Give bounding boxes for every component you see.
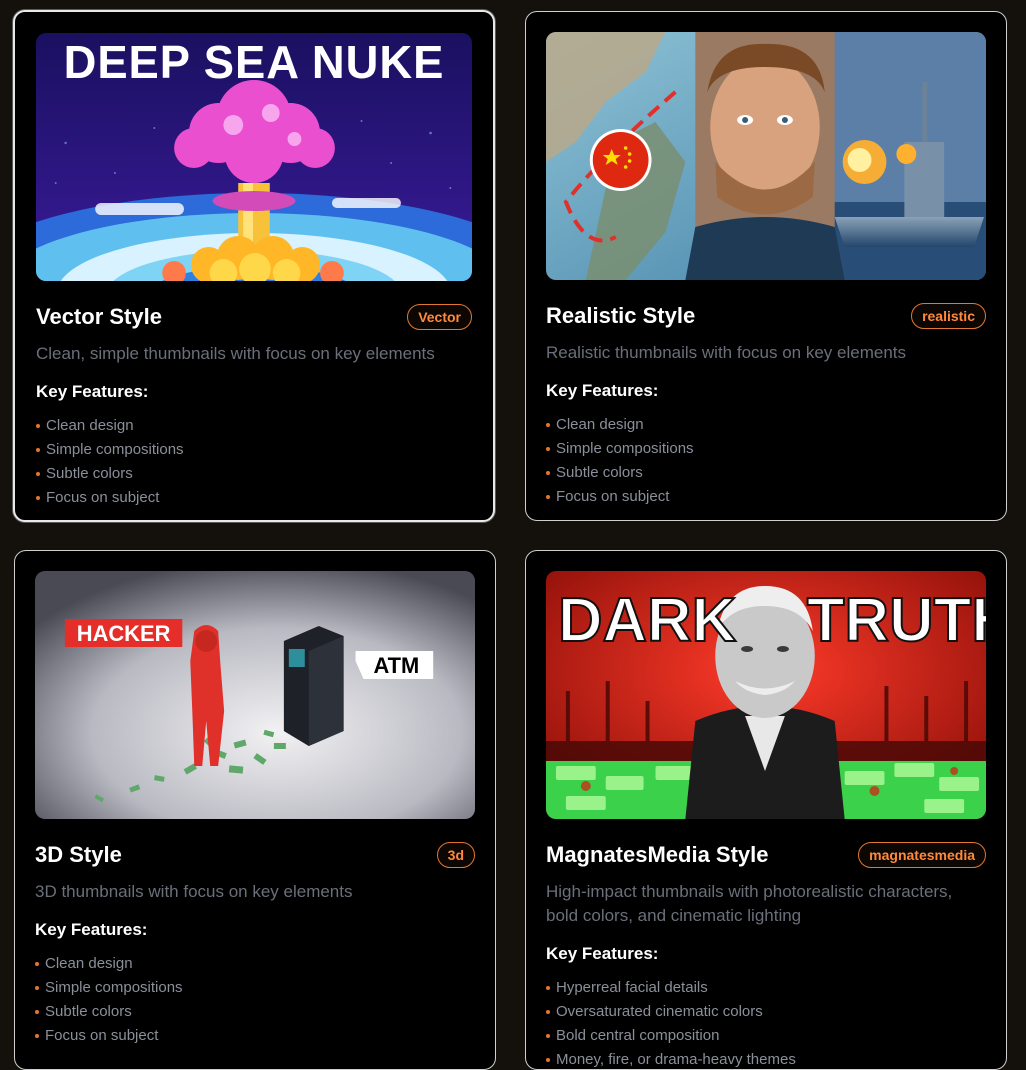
features-heading: Key Features: bbox=[35, 920, 148, 939]
style-badge: magnatesmedia bbox=[858, 842, 986, 868]
features-heading: Key Features: bbox=[36, 382, 149, 401]
bullet-icon bbox=[546, 1010, 550, 1014]
bullet-icon bbox=[546, 447, 550, 451]
feature-item: Clean design bbox=[546, 413, 986, 437]
vector-thumbnail-headline: DEEP SEA NUKE bbox=[64, 37, 445, 88]
feature-item: Simple compositions bbox=[546, 437, 986, 461]
bullet-icon bbox=[35, 986, 39, 990]
style-card-vector[interactable]: DEEP SEA NUKE Vector Style Vector Clean,… bbox=[13, 10, 495, 522]
feature-item: Focus on subject bbox=[36, 486, 472, 510]
card-title: Vector Style bbox=[36, 304, 162, 329]
card-description: High-impact thumbnails with photorealist… bbox=[546, 882, 953, 925]
feature-item: Bold central composition bbox=[546, 1024, 986, 1048]
bullet-icon bbox=[36, 424, 40, 428]
card-description: Realistic thumbnails with focus on key e… bbox=[546, 343, 906, 362]
thumbnail-3d: HACKER ATM bbox=[35, 571, 475, 819]
feature-item: Focus on subject bbox=[546, 485, 986, 509]
bullet-icon bbox=[36, 496, 40, 500]
feature-item: Oversaturated cinematic colors bbox=[546, 1000, 986, 1024]
bullet-icon bbox=[546, 1034, 550, 1038]
magnatesmedia-thumbnail-image: DARK TRUTH bbox=[546, 571, 986, 819]
feature-item: Subtle colors bbox=[36, 462, 472, 486]
features-heading: Key Features: bbox=[546, 944, 659, 963]
feature-item: Focus on subject bbox=[35, 1024, 475, 1048]
style-badge: 3d bbox=[436, 842, 475, 868]
feature-item: Simple compositions bbox=[35, 976, 475, 1000]
features-heading: Key Features: bbox=[546, 381, 659, 400]
3d-thumbnail-image: HACKER ATM bbox=[35, 571, 475, 819]
feature-item: Money, fire, or drama-heavy themes bbox=[546, 1048, 986, 1069]
bullet-icon bbox=[546, 986, 550, 990]
bullet-icon bbox=[35, 1034, 39, 1038]
vector-thumbnail-image: DEEP SEA NUKE bbox=[36, 33, 472, 281]
hacker-label: HACKER bbox=[77, 621, 171, 646]
bullet-icon bbox=[546, 471, 550, 475]
features-list: Clean design Simple compositions Subtle … bbox=[546, 413, 986, 509]
bullet-icon bbox=[546, 495, 550, 499]
feature-item: Subtle colors bbox=[35, 1000, 475, 1024]
feature-item: Clean design bbox=[36, 414, 472, 438]
card-title: Realistic Style bbox=[546, 303, 696, 328]
feature-item: Clean design bbox=[35, 952, 475, 976]
dark-word: DARK bbox=[558, 586, 737, 655]
card-title: 3D Style bbox=[35, 842, 122, 867]
bullet-icon bbox=[546, 423, 550, 427]
features-list: Clean design Simple compositions Subtle … bbox=[35, 952, 475, 1048]
feature-item: Subtle colors bbox=[546, 461, 986, 485]
bullet-icon bbox=[546, 1058, 550, 1062]
bullet-icon bbox=[36, 472, 40, 476]
features-list: Clean design Simple compositions Subtle … bbox=[36, 414, 472, 510]
style-badge: realistic bbox=[911, 303, 986, 329]
card-title: MagnatesMedia Style bbox=[546, 842, 769, 867]
style-card-3d[interactable]: HACKER ATM 3D Style 3d 3D thumbnails wit… bbox=[14, 550, 496, 1070]
feature-item: Hyperreal facial details bbox=[546, 976, 986, 1000]
card-description: Clean, simple thumbnails with focus on k… bbox=[36, 344, 435, 363]
style-card-realistic[interactable]: Realistic Style realistic Realistic thum… bbox=[525, 11, 1007, 521]
bullet-icon bbox=[35, 1010, 39, 1014]
card-description: 3D thumbnails with focus on key elements bbox=[35, 882, 353, 901]
style-card-magnatesmedia[interactable]: DARK TRUTH MagnatesMedia Style magnatesm… bbox=[525, 550, 1007, 1070]
thumbnail-vector: DEEP SEA NUKE bbox=[36, 33, 472, 281]
truth-word: TRUTH bbox=[807, 586, 986, 655]
bullet-icon bbox=[35, 962, 39, 966]
feature-item: Simple compositions bbox=[36, 438, 472, 462]
style-badge: Vector bbox=[407, 304, 472, 330]
atm-label: ATM bbox=[373, 653, 419, 678]
features-list: Hyperreal facial details Oversaturated c… bbox=[546, 976, 986, 1069]
thumbnail-magnatesmedia: DARK TRUTH bbox=[546, 571, 986, 819]
bullet-icon bbox=[36, 448, 40, 452]
realistic-thumbnail-image bbox=[546, 32, 986, 280]
thumbnail-realistic bbox=[546, 32, 986, 280]
